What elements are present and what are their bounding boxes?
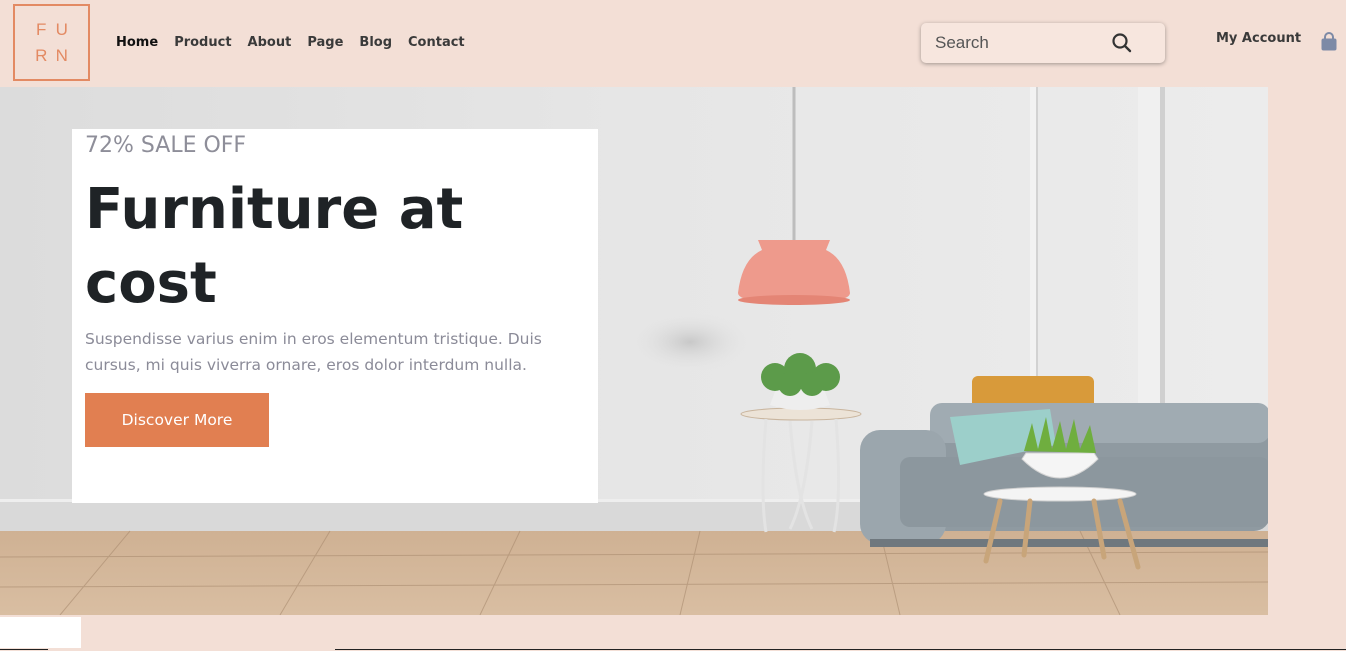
nav-item-about[interactable]: About bbox=[248, 34, 292, 52]
nav-item-product[interactable]: Product bbox=[174, 34, 231, 52]
nav-item-contact[interactable]: Contact bbox=[408, 34, 465, 52]
main-nav: Home Product About Page Blog Contact bbox=[116, 34, 481, 52]
page: F U R N Home Product About Page Blog Con… bbox=[0, 0, 1346, 651]
my-account-link[interactable]: My Account bbox=[1216, 31, 1301, 46]
hero-banner: 72% SALE OFF Furniture at cost Suspendis… bbox=[0, 87, 1268, 615]
discover-more-button[interactable]: Discover More bbox=[85, 393, 269, 447]
site-header: F U R N Home Product About Page Blog Con… bbox=[0, 0, 1346, 87]
search-box bbox=[921, 23, 1165, 63]
hero-description: Suspendisse varius enim in eros elementu… bbox=[85, 330, 542, 374]
search-input[interactable] bbox=[935, 33, 1115, 53]
logo-letter: R bbox=[35, 45, 48, 65]
nav-item-page[interactable]: Page bbox=[307, 34, 343, 52]
hero-title: Furniture at cost bbox=[85, 177, 464, 316]
nav-item-home[interactable]: Home bbox=[116, 34, 158, 52]
hero-promo-card: 72% SALE OFF Furniture at cost Suspendis… bbox=[72, 129, 598, 503]
logo-letter: F bbox=[36, 19, 47, 39]
sale-eyebrow: 72% SALE OFF bbox=[85, 133, 247, 158]
logo-letter: N bbox=[55, 45, 68, 65]
logo-letter: U bbox=[55, 19, 68, 39]
brand-logo[interactable]: F U R N bbox=[13, 4, 90, 81]
nav-item-blog[interactable]: Blog bbox=[359, 34, 392, 52]
shopping-bag-icon[interactable] bbox=[1320, 32, 1338, 52]
bottom-white-block bbox=[0, 617, 81, 651]
search-icon[interactable] bbox=[1111, 32, 1133, 54]
